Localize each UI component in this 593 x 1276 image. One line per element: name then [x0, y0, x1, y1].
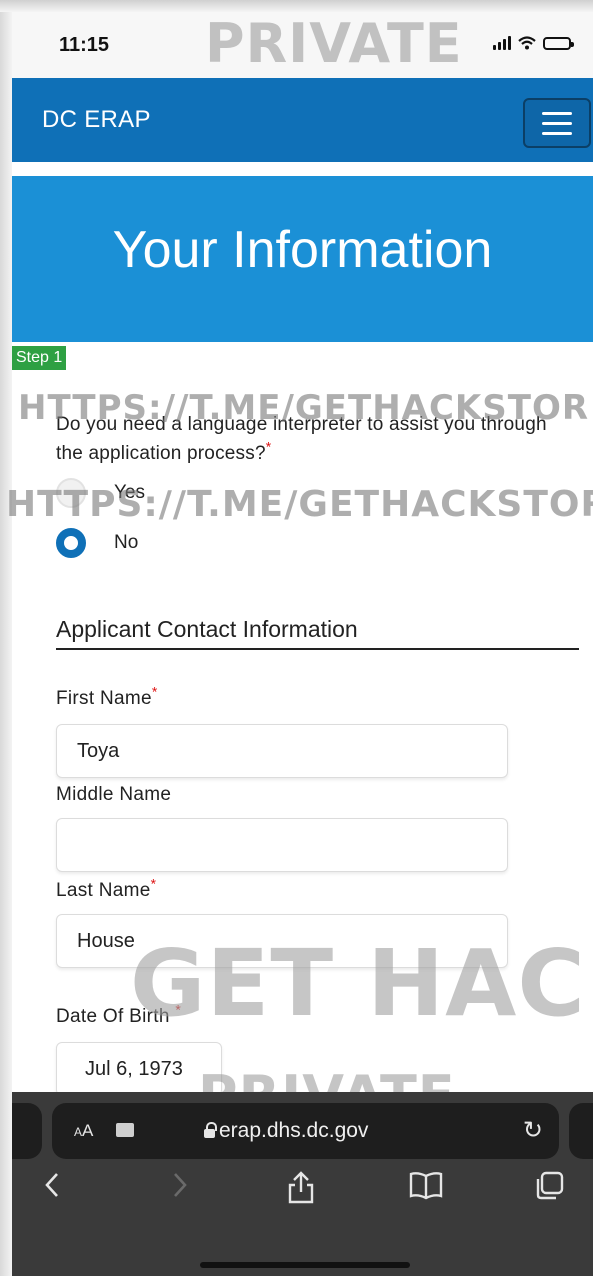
url-display[interactable]: erap.dhs.dc.gov	[204, 1119, 368, 1143]
radio-yes[interactable]	[56, 478, 86, 508]
required-marker: *	[175, 1001, 182, 1018]
radio-option-yes[interactable]: Yes	[56, 478, 145, 508]
reader-aa-icon[interactable]: AAAA	[74, 1121, 93, 1141]
header-divider	[12, 162, 593, 176]
status-icons	[493, 36, 574, 50]
dob-input[interactable]	[56, 1042, 222, 1096]
section-divider	[56, 648, 579, 650]
last-name-label-text: Last Name	[56, 880, 151, 901]
menu-bar	[542, 111, 572, 115]
share-icon[interactable]	[286, 1170, 316, 1212]
next-tab-pill[interactable]	[569, 1103, 593, 1159]
radio-label-no: No	[114, 532, 139, 553]
radio-label-yes: Yes	[114, 482, 145, 503]
home-indicator[interactable]	[200, 1262, 410, 1268]
menu-bar	[542, 121, 572, 125]
extension-icon[interactable]	[116, 1123, 134, 1137]
frame-edge-top	[0, 0, 593, 12]
url-text: erap.dhs.dc.gov	[219, 1119, 369, 1142]
site-header: DC ERAP	[12, 78, 593, 162]
step-badge: Step 1	[12, 346, 67, 370]
site-brand[interactable]: DC ERAP	[42, 106, 151, 134]
middle-name-input[interactable]	[56, 818, 508, 872]
required-marker: *	[265, 438, 272, 455]
back-icon[interactable]	[42, 1170, 62, 1208]
dob-label: Date Of Birth *	[56, 1003, 181, 1028]
previous-tab-pill[interactable]	[12, 1103, 42, 1159]
wifi-icon	[518, 36, 536, 50]
forward-icon[interactable]	[170, 1170, 190, 1208]
first-name-input[interactable]	[56, 724, 508, 778]
dob-label-text: Date Of Birth	[56, 1006, 170, 1027]
page-hero: Your Information	[12, 176, 593, 342]
frame-edge	[0, 0, 12, 1276]
required-marker: *	[150, 875, 157, 892]
middle-name-label: Middle Name	[56, 784, 171, 806]
battery-icon	[543, 36, 574, 50]
radio-no[interactable]	[56, 528, 86, 558]
address-bar[interactable]: AAAA erap.dhs.dc.gov ↻	[52, 1103, 559, 1159]
interpreter-question: Do you need a language interpreter to as…	[56, 410, 556, 468]
first-name-label-text: First Name	[56, 688, 152, 709]
required-marker: *	[151, 683, 158, 700]
question-text: Do you need a language interpreter to as…	[56, 414, 547, 464]
radio-option-no[interactable]: No	[56, 528, 138, 558]
section-title: Applicant Contact Information	[56, 616, 358, 642]
phone-screen: 11:15 DC ERAP Your Information Step 1 Do	[0, 0, 593, 1276]
first-name-label: First Name*	[56, 685, 158, 710]
lock-icon	[204, 1121, 217, 1140]
page-title: Your Information	[112, 221, 493, 279]
status-time: 11:15	[59, 34, 110, 56]
status-bar: 11:15	[12, 12, 593, 78]
bookmarks-icon[interactable]	[408, 1170, 444, 1208]
menu-bar	[542, 131, 572, 135]
middle-name-label-text: Middle Name	[56, 784, 172, 805]
tabs-icon[interactable]	[534, 1170, 566, 1210]
hamburger-menu-button[interactable]	[523, 98, 591, 148]
last-name-input[interactable]	[56, 914, 508, 968]
reload-icon[interactable]: ↻	[523, 1116, 543, 1145]
last-name-label: Last Name*	[56, 877, 156, 902]
signal-icon	[493, 36, 511, 50]
